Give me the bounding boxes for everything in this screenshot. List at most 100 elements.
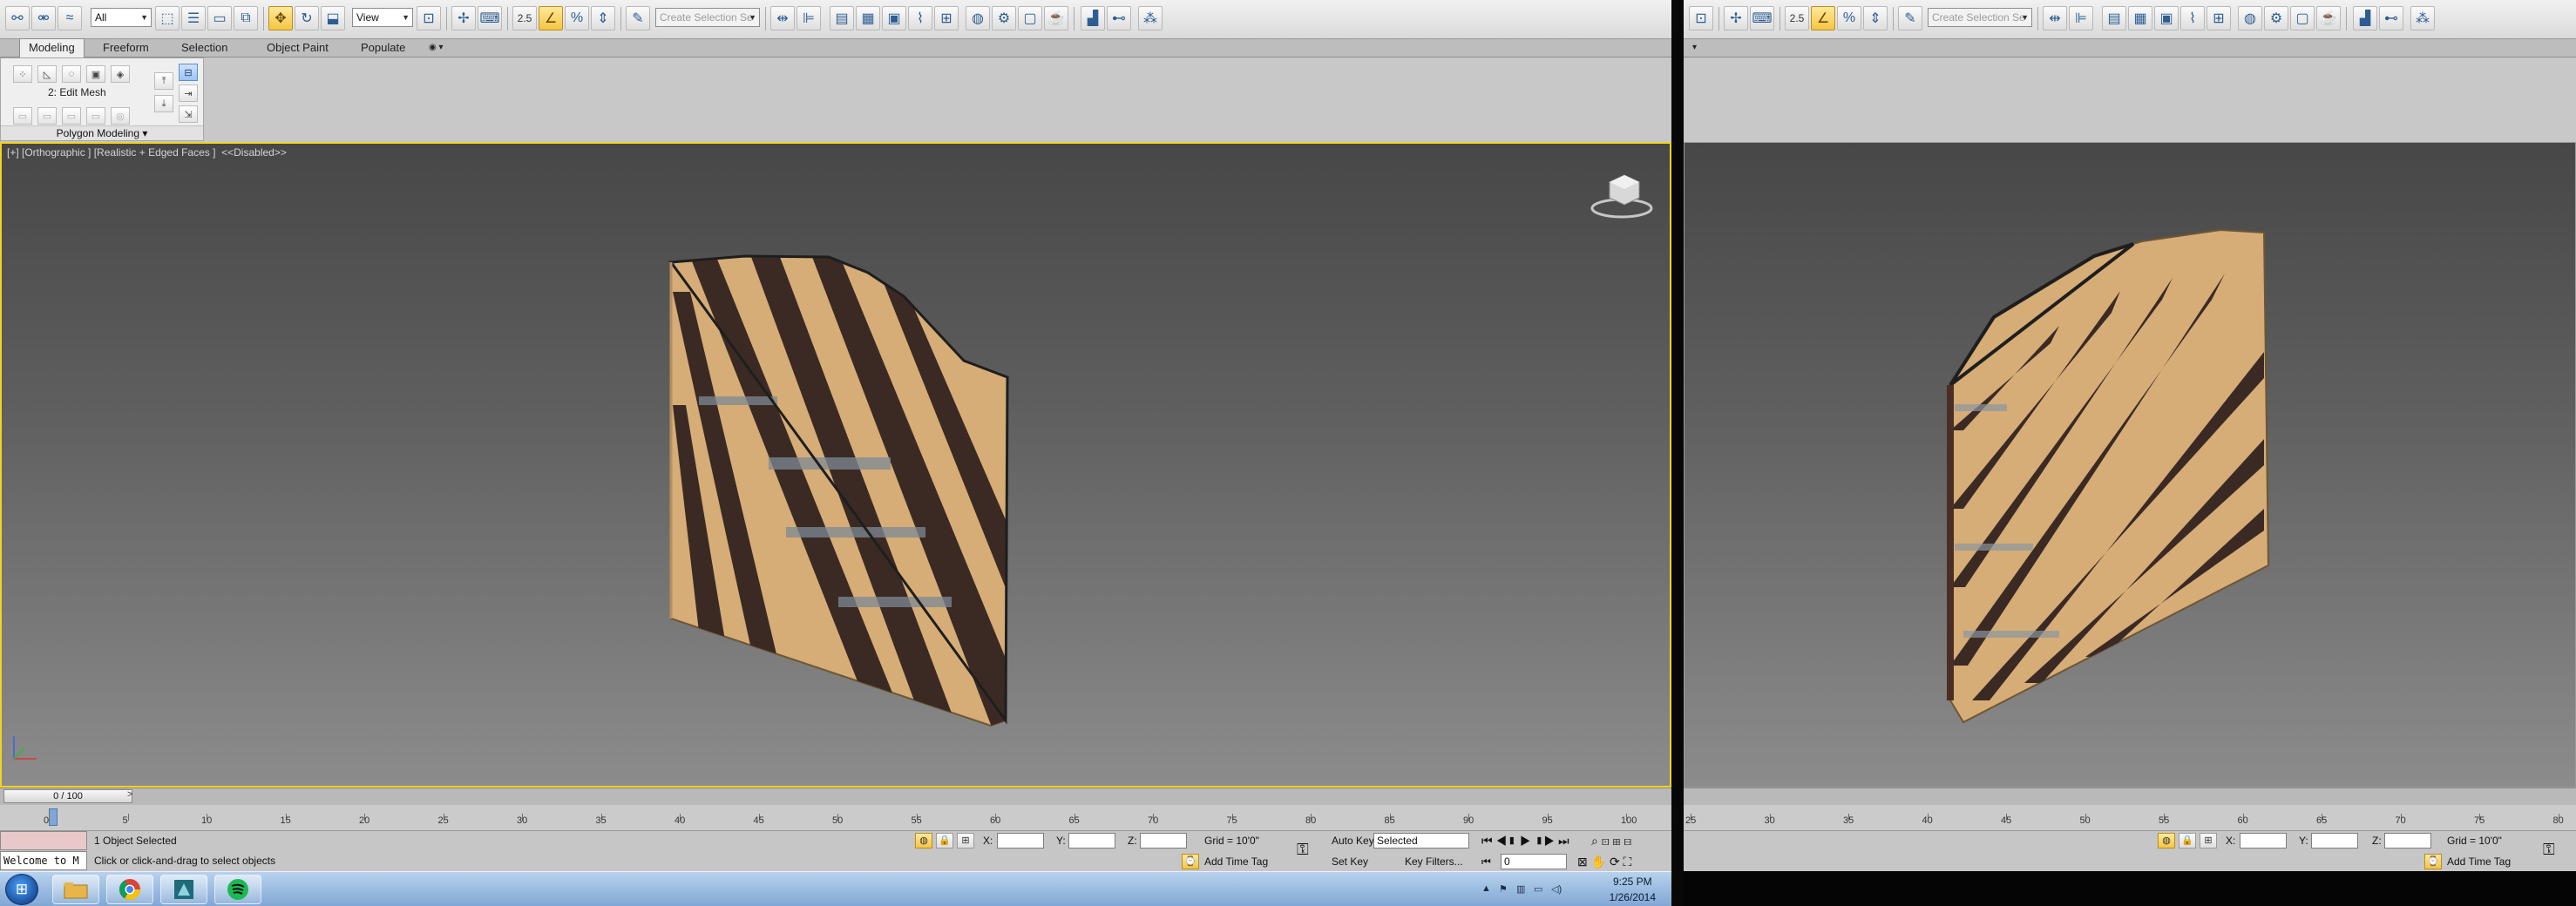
tab-populate[interactable]: Populate [352,39,414,57]
extra-tool-a-icon[interactable]: ▟ [2353,6,2377,30]
collapse-icon[interactable]: ⇥ [179,85,198,102]
panel-title-bar[interactable]: Polygon Modeling ▾ [1,125,203,140]
extra-tool-b-icon[interactable]: ⊷ [2379,6,2403,30]
x-coordinate-field[interactable] [2240,833,2287,849]
tab-selection[interactable]: Selection [173,39,236,57]
material-editor-icon[interactable]: ◍ [966,6,990,30]
curve-editor-icon[interactable]: ⌇ [2180,6,2205,30]
selection-lock-icon[interactable]: 🔒 [2179,833,2196,849]
auto-key-button[interactable]: Auto Key [1332,833,1374,849]
spinner-snap-icon[interactable]: ⇕ [1863,6,1888,30]
tab-modeling[interactable]: Modeling [19,38,85,57]
ribbon-options-icon[interactable]: ▾ [1684,39,1705,57]
spotify-icon[interactable] [214,875,261,904]
schematic-view-icon[interactable]: ⊞ [2207,6,2231,30]
reference-coordinate-dropdown[interactable]: View ▼ [352,8,413,27]
show-hidden-icons[interactable]: ▲ [1481,883,1491,894]
render-production-icon[interactable]: ☕ [2316,6,2341,30]
select-rotate-icon[interactable]: ↻ [295,6,319,30]
rendered-frame-window-icon[interactable]: ▢ [2290,6,2315,30]
angle-snap-icon[interactable]: ∠ [539,6,563,30]
render-setup-icon[interactable]: ⚙ [2264,6,2288,30]
set-key-button[interactable]: Set Key [1332,854,1368,869]
bind-spacewarp-icon[interactable]: ≈ [58,6,82,30]
selection-lock-icon[interactable]: 🔒 [936,833,953,849]
selection-filter-dropdown[interactable]: All ▼ [91,8,152,27]
key-filters-button[interactable]: Key Filters... [1405,854,1463,869]
extra-tool-c-icon[interactable]: ⁂ [1138,6,1163,30]
key-mode-toggle-icon[interactable]: ⏮ [1481,854,1491,869]
named-selection-dropdown[interactable]: Create Selection Se ▼ [655,8,760,27]
select-manipulate-icon[interactable]: ✢ [451,6,476,30]
playback-controls[interactable]: ⏮ ◀▮ ▶ ▮▶ ⏭ [1481,833,1569,849]
track-bar-cursor[interactable] [49,808,58,826]
viewport-perspective[interactable] [1684,142,2576,788]
track-bar-right[interactable]: 25 30 35 40 45 50 55 60 65 70 75 80 [1684,805,2576,831]
z-coordinate-field[interactable] [1140,833,1187,849]
rendered-frame-window-icon[interactable]: ▢ [1018,6,1042,30]
spinner-snap-icon[interactable]: ⇕ [591,6,615,30]
time-tag-icon[interactable]: ⌚ [1182,854,1199,869]
windows-start-icon[interactable]: ⊞ [5,874,38,905]
select-by-name-icon[interactable]: ☰ [181,6,206,30]
tab-freeform[interactable]: Freeform [94,39,158,57]
vertex-mode-icon[interactable]: ⁘ [13,65,32,83]
select-scale-icon[interactable]: ⬓ [321,6,345,30]
edit-named-selection-icon[interactable]: ✎ [626,6,650,30]
3ds-max-icon[interactable] [160,875,207,904]
preserve-uvs-icon[interactable]: ⇲ [179,105,198,123]
curve-editor-icon[interactable]: ⌇ [908,6,932,30]
unlink-icon[interactable]: ⚮ [31,6,56,30]
pivot-center-icon[interactable]: ⊡ [417,6,441,30]
extra-tool-b-icon[interactable]: ⊷ [1107,6,1131,30]
polygon-mode-icon[interactable]: ▣ [86,65,105,83]
time-tag-icon[interactable]: ⌚ [2424,854,2442,869]
window-crossing-icon[interactable]: ⧉ [234,6,258,30]
y-coordinate-field[interactable] [2311,833,2358,849]
link-icon[interactable]: ⚯ [5,6,30,30]
stack-tool-a-icon[interactable]: ▭ [13,107,32,125]
file-explorer-icon[interactable] [52,875,99,904]
border-mode-icon[interactable]: ◌ [62,65,81,83]
move-down-icon[interactable]: ⤓ [154,95,173,112]
time-slider[interactable]: 0 / 100 [3,789,132,803]
pivot-center-icon[interactable]: ⊡ [1689,6,1713,30]
keyboard-shortcut-override-icon[interactable]: ⌨ [478,6,502,30]
current-frame-field[interactable]: 0 [1501,854,1567,869]
layer-explorer-icon[interactable]: ▤ [2102,6,2126,30]
select-move-icon[interactable]: ✥ [268,6,293,30]
render-production-icon[interactable]: ☕ [1044,6,1068,30]
use-soft-selection-icon[interactable]: ⊟ [179,64,198,81]
system-clock[interactable]: 9:25 PM 1/26/2014 [1610,874,1656,905]
stack-tool-c-icon[interactable]: ▭ [62,107,81,125]
key-icon[interactable]: ⚿ [1297,842,1309,857]
stack-tool-d-icon[interactable]: ▭ [86,107,105,125]
angle-snap-icon[interactable]: ∠ [1811,6,1835,30]
ribbon-options-icon[interactable]: ◉ ▾ [420,39,452,57]
absolute-mode-icon[interactable]: ⊞ [957,833,974,849]
layer-explorer-icon[interactable]: ▤ [830,6,854,30]
volume-icon[interactable]: ◁) [1551,883,1562,895]
maxscript-mini-listener[interactable]: Welcome to M [0,851,87,870]
mirror-icon[interactable]: ⇹ [770,6,795,30]
maxscript-listener-pink[interactable] [0,831,87,850]
stack-tool-b-icon[interactable]: ▭ [37,107,57,125]
key-mode-dropdown[interactable]: Selected [1373,833,1469,849]
isolate-selection-icon[interactable]: ◍ [2158,833,2175,849]
select-object-icon[interactable]: ⬚ [155,6,180,30]
schematic-view-icon[interactable]: ⊞ [934,6,959,30]
keyboard-shortcut-override-icon[interactable]: ⌨ [1750,6,1774,30]
render-setup-icon[interactable]: ⚙ [992,6,1016,30]
tab-object-paint[interactable]: Object Paint [258,39,337,57]
snaps-toggle-icon[interactable]: 2.5 [1785,6,1809,30]
extra-tool-a-icon[interactable]: ▟ [1081,6,1105,30]
toggle-ribbon-icon[interactable]: ▣ [2154,6,2179,30]
percent-snap-icon[interactable]: % [1837,6,1861,30]
network-icon[interactable]: ▥ [1516,883,1525,895]
viewcube-icon[interactable] [1590,174,1653,219]
extra-tool-c-icon[interactable]: ⁂ [2410,6,2435,30]
align-icon[interactable]: ⊫ [797,6,821,30]
battery-icon[interactable]: ▭ [1534,883,1542,895]
toggle-ribbon-icon[interactable]: ▣ [882,6,906,30]
mirror-icon[interactable]: ⇹ [2043,6,2067,30]
